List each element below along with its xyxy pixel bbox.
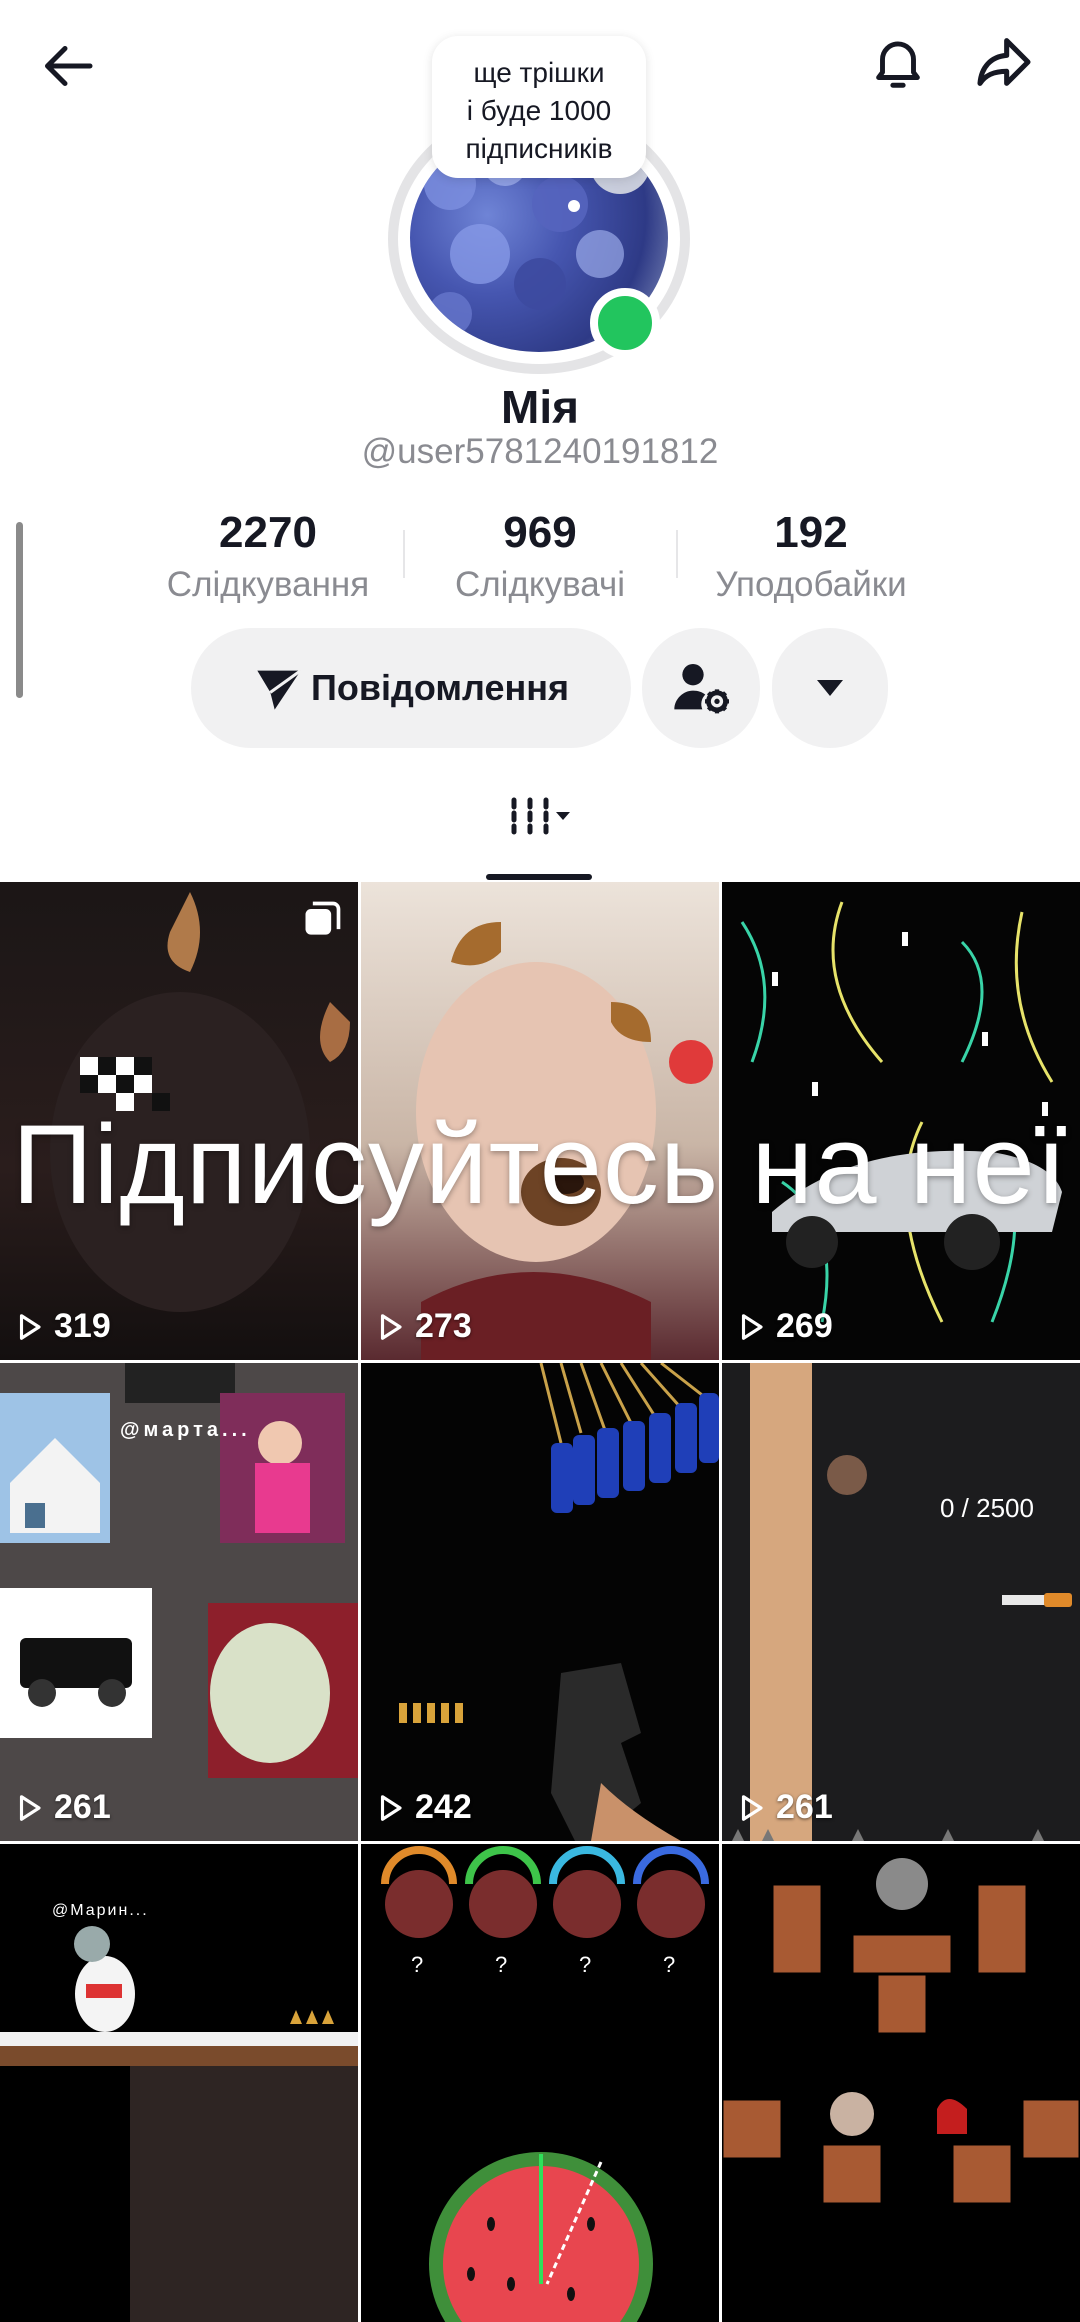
paper-plane-icon — [257, 669, 302, 710]
videos-grid-icon — [511, 797, 570, 835]
stat-followers-label: Слідкувачі — [454, 565, 625, 604]
view-count: 319 — [14, 1307, 111, 1346]
view-count-value: 319 — [54, 1307, 111, 1345]
view-count: 273 — [375, 1307, 472, 1346]
play-icon — [19, 1313, 41, 1340]
notifications-button[interactable] — [860, 24, 936, 100]
bubble-tail-dot — [568, 200, 580, 212]
bubble-line-3: підписників — [465, 133, 613, 164]
play-icon — [741, 1794, 763, 1821]
stat-following-value: 2270 — [219, 508, 317, 557]
overlay-caption: Підписуйтесь на неї — [12, 1102, 1068, 1227]
video-art — [399, 1363, 719, 1841]
multi-photo-icon — [305, 901, 341, 935]
caret-down-icon — [817, 680, 843, 696]
profile-name: Мія — [501, 381, 579, 433]
online-status-dot — [590, 288, 660, 358]
svg-text:?: ? — [411, 1952, 423, 1977]
video-art — [722, 1858, 1080, 2206]
svg-text:?: ? — [495, 1952, 507, 1977]
view-count: 269 — [736, 1307, 833, 1346]
share-button[interactable] — [964, 24, 1044, 100]
video-thumbnail[interactable]: 0 / 2500 261 — [722, 1363, 1080, 1841]
share-icon — [977, 38, 1031, 86]
message-button[interactable]: Повідомлення — [191, 628, 631, 748]
video-thumbnail[interactable] — [722, 1844, 1080, 2322]
svg-text:?: ? — [663, 1952, 675, 1977]
tab-active-underline — [486, 874, 592, 880]
video-thumbnail[interactable]: @Марин... — [0, 1844, 358, 2322]
stat-likes-value: 192 — [774, 508, 848, 557]
bell-icon — [876, 41, 920, 88]
game-score: 0 / 2500 — [940, 1493, 1034, 1523]
arrow-left-icon — [45, 46, 93, 86]
scroll-indicator[interactable] — [16, 522, 23, 698]
stat-likes-label: Уподобайки — [715, 565, 907, 604]
stat-followers[interactable]: 969 Слідкувачі — [400, 505, 680, 607]
view-count: 242 — [375, 1788, 472, 1827]
view-count: 261 — [736, 1788, 833, 1827]
user-gear-icon — [674, 664, 729, 714]
stat-following-label: Слідкування — [166, 565, 370, 604]
view-count-value: 269 — [776, 1307, 833, 1345]
video-mention-tag: @Марин... — [52, 1902, 149, 1919]
tab-videos[interactable] — [480, 784, 600, 882]
play-icon — [380, 1313, 402, 1340]
user-settings-button[interactable] — [642, 628, 760, 748]
video-thumbnail[interactable]: ???? — [361, 1844, 719, 2322]
video-thumbnail[interactable]: @мартa... 261 — [0, 1363, 358, 1841]
view-count-value: 261 — [54, 1788, 111, 1826]
view-count-value: 261 — [776, 1788, 833, 1826]
video-art — [732, 1363, 1072, 1841]
stat-likes[interactable]: 192 Уподобайки — [671, 505, 951, 607]
view-count-value: 242 — [415, 1788, 472, 1826]
play-icon — [380, 1794, 402, 1821]
status-bubble[interactable]: ще трішки і буде 1000 підписників — [432, 36, 646, 178]
more-dropdown-button[interactable] — [772, 628, 888, 748]
video-thumbnail[interactable]: 242 — [361, 1363, 719, 1841]
play-icon — [19, 1794, 41, 1821]
video-mention-tag: @мартa... — [120, 1419, 251, 1441]
view-count-value: 273 — [415, 1307, 472, 1345]
video-art: ???? — [381, 1846, 709, 2322]
back-button[interactable] — [32, 28, 108, 104]
svg-text:?: ? — [579, 1952, 591, 1977]
play-icon — [741, 1313, 763, 1340]
message-button-label: Повідомлення — [311, 667, 569, 708]
bubble-line-2: і буде 1000 — [466, 95, 612, 126]
profile-username: @user5781240191812 — [361, 432, 719, 471]
view-count: 261 — [14, 1788, 111, 1827]
stat-following[interactable]: 2270 Слідкування — [128, 505, 408, 607]
stat-followers-value: 969 — [503, 508, 577, 557]
bubble-line-1: ще трішки — [473, 57, 605, 88]
